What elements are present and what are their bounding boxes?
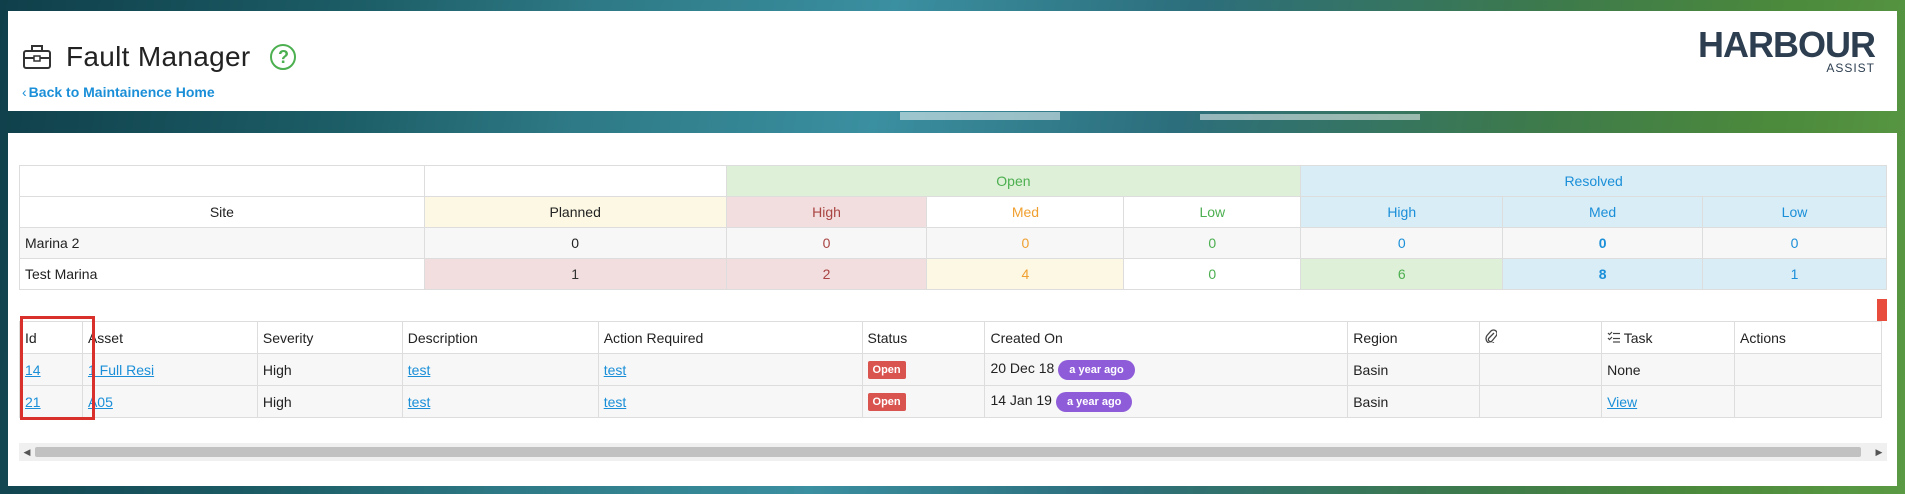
planned-header: Planned <box>423 196 727 228</box>
open-med-cell: 4 <box>926 258 1125 290</box>
summary-row: Test Marina 1 2 4 0 6 8 1 <box>19 258 1887 290</box>
planned-cell: 0 <box>423 227 727 259</box>
open-low-cell: 0 <box>1123 227 1302 259</box>
faults-header-row: Id Asset Severity Description Action Req… <box>19 321 1882 354</box>
id-header[interactable]: Id <box>19 321 83 354</box>
resolved-med-cell: 0 <box>1502 227 1704 259</box>
question-circle-icon[interactable]: ? <box>270 44 297 70</box>
action-required-header[interactable]: Action Required <box>597 321 863 354</box>
created-on-header[interactable]: Created On <box>984 321 1349 354</box>
age-badge: a year ago <box>1055 391 1133 412</box>
severity-header[interactable]: Severity <box>256 321 403 354</box>
status-badge: Open <box>867 393 906 411</box>
region-cell: Basin <box>1347 353 1481 386</box>
action-required-link[interactable]: test <box>604 394 627 410</box>
header-panel: Fault Manager ? ‹ Back to Maintainence Ho… <box>8 11 1897 111</box>
actions-cell <box>1734 353 1882 386</box>
resolved-low-header: Low <box>1702 196 1887 228</box>
toolbox-icon <box>23 45 51 69</box>
open-low-header: Low <box>1123 196 1302 228</box>
severity-cell: High <box>256 385 403 418</box>
attachments-cell <box>1479 353 1603 386</box>
checklist-icon <box>1607 331 1621 343</box>
resolved-group-header: Resolved <box>1300 165 1887 197</box>
fault-row: 14 1 Full Resi High test test Open 20 De… <box>19 353 1882 386</box>
open-low-cell: 0 <box>1123 258 1302 290</box>
actions-header: Actions <box>1734 321 1882 354</box>
age-badge: a year ago <box>1058 359 1135 380</box>
created-on-cell: 20 Dec 18 a year ago <box>984 353 1349 386</box>
site-cell: Test Marina <box>19 258 425 290</box>
status-badge: Open <box>867 361 906 379</box>
asset-link[interactable]: A05 <box>88 394 113 410</box>
resolved-high-cell: 6 <box>1300 258 1504 290</box>
status-header[interactable]: Status <box>861 321 986 354</box>
main-panel: Open Resolved Site Planned High Med Low … <box>8 133 1897 486</box>
background-image-detail <box>1200 114 1420 120</box>
resolved-med-header: Med <box>1502 196 1704 228</box>
asset-link[interactable]: 1 Full Resi <box>88 362 154 378</box>
back-link-label: Back to Maintainence Home <box>28 84 215 100</box>
harbour-assist-logo: HARBOUR ASSIST <box>1698 24 1876 76</box>
description-link[interactable]: test <box>408 394 431 410</box>
open-high-cell: 2 <box>725 258 928 290</box>
region-header[interactable]: Region <box>1347 321 1481 354</box>
resolved-high-header: High <box>1300 196 1504 228</box>
action-required-link[interactable]: test <box>604 362 627 378</box>
attachments-header[interactable] <box>1479 321 1603 354</box>
fault-row: 21 A05 High test test Open 14 Jan 19 a ye… <box>19 385 1882 418</box>
planned-cell: 1 <box>423 258 727 290</box>
task-view-link[interactable]: View <box>1607 394 1637 410</box>
severity-cell: High <box>256 353 403 386</box>
summary-row: Marina 2 0 0 0 0 0 0 0 <box>19 227 1887 259</box>
background-image <box>900 112 1060 120</box>
open-group-header: Open <box>725 165 1302 197</box>
summary-group-header-row: Open Resolved <box>19 165 1887 197</box>
site-cell: Marina 2 <box>19 227 425 259</box>
scroll-left-icon[interactable]: ◀ <box>20 445 34 459</box>
description-link[interactable]: test <box>408 362 431 378</box>
paperclip-icon <box>1485 329 1498 345</box>
chevron-left-icon: ‹ <box>22 84 27 100</box>
open-med-header: Med <box>926 196 1125 228</box>
region-cell: Basin <box>1347 385 1481 418</box>
page-title: Fault Manager <box>66 41 251 72</box>
task-header[interactable]: Task <box>1601 321 1735 354</box>
open-high-header: High <box>725 196 928 228</box>
summary-table: Open Resolved Site Planned High Med Low … <box>19 165 1887 290</box>
scrollbar-thumb[interactable] <box>35 447 1861 457</box>
description-header[interactable]: Description <box>401 321 599 354</box>
open-med-cell: 0 <box>926 227 1125 259</box>
attachments-cell <box>1479 385 1603 418</box>
faults-table: Id Asset Severity Description Action Req… <box>19 321 1882 418</box>
fault-id-link[interactable]: 14 <box>25 362 41 378</box>
red-marker <box>1877 299 1887 321</box>
actions-cell <box>1734 385 1882 418</box>
created-on-cell: 14 Jan 19 a year ago <box>984 385 1349 418</box>
resolved-med-cell: 8 <box>1502 258 1704 290</box>
resolved-low-cell: 0 <box>1702 227 1887 259</box>
asset-header[interactable]: Asset <box>81 321 258 354</box>
site-header: Site <box>19 196 425 228</box>
fault-id-link[interactable]: 21 <box>25 394 41 410</box>
back-to-maintenance-link[interactable]: ‹ Back to Maintainence Home <box>22 84 215 100</box>
resolved-high-cell: 0 <box>1300 227 1504 259</box>
summary-header-row: Site Planned High Med Low High Med Low <box>19 196 1887 228</box>
open-high-cell: 0 <box>725 227 928 259</box>
scroll-right-icon[interactable]: ▶ <box>1872 445 1886 459</box>
task-cell: None <box>1601 353 1735 386</box>
horizontal-scrollbar[interactable]: ◀ ▶ <box>19 443 1887 461</box>
resolved-low-cell: 1 <box>1702 258 1887 290</box>
